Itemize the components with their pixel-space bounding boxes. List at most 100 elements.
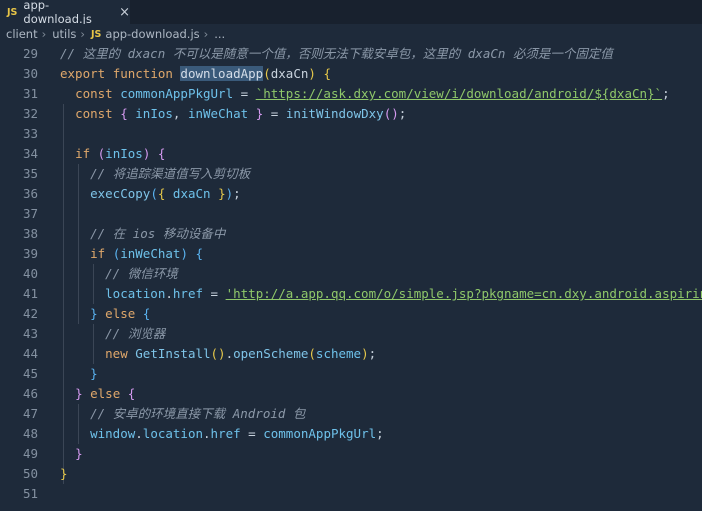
code-token: GetInstall bbox=[135, 346, 211, 361]
code-line[interactable]: 47 // 安卓的环境直接下载 Android 包 bbox=[0, 404, 702, 424]
breadcrumb: client › utils › JS app-download.js › ..… bbox=[0, 24, 702, 44]
code-line[interactable]: 34 if (inIos) { bbox=[0, 144, 702, 164]
breadcrumb-item-utils[interactable]: utils bbox=[52, 27, 76, 41]
code-text: // 在 ios 移动设备中 bbox=[60, 224, 225, 244]
code-line[interactable]: 49 } bbox=[0, 444, 702, 464]
close-icon[interactable]: × bbox=[119, 5, 130, 20]
code-line[interactable]: 37 bbox=[0, 204, 702, 224]
breadcrumb-item-file[interactable]: app-download.js bbox=[105, 27, 199, 41]
javascript-file-icon: JS bbox=[7, 6, 18, 18]
code-token: initWindowDxy bbox=[285, 106, 384, 121]
code-token: location bbox=[142, 426, 204, 441]
code-token: location bbox=[105, 286, 166, 301]
code-token: ; bbox=[233, 186, 241, 201]
line-number: 44 bbox=[22, 346, 38, 361]
line-number: 33 bbox=[22, 126, 38, 141]
line-number: 29 bbox=[22, 46, 38, 61]
line-number: 31 bbox=[22, 86, 38, 101]
code-line[interactable]: 33 bbox=[0, 124, 702, 144]
code-line[interactable]: 41 location.href = 'http://a.app.qq.com/… bbox=[0, 284, 702, 304]
code-token: } bbox=[60, 466, 68, 481]
code-line[interactable]: 46 } else { bbox=[0, 384, 702, 404]
breadcrumb-item-symbol[interactable]: ... bbox=[214, 27, 225, 41]
line-number: 45 bbox=[22, 366, 38, 381]
breadcrumb-item-client[interactable]: client bbox=[6, 27, 38, 41]
code-token: inWeChat bbox=[120, 246, 181, 261]
tab-app-download-js[interactable]: JS app-download.js × bbox=[0, 0, 130, 26]
code-token: execCopy bbox=[90, 186, 151, 201]
code-text: const commonAppPkgUrl = `https://ask.dxy… bbox=[60, 84, 670, 104]
code-token: href bbox=[172, 286, 204, 301]
code-token: export bbox=[60, 66, 113, 81]
code-token: { bbox=[195, 246, 204, 261]
code-line[interactable]: 38 // 在 ios 移动设备中 bbox=[0, 224, 702, 244]
tab-title: app-download.js bbox=[23, 0, 92, 26]
line-number: 34 bbox=[22, 146, 38, 161]
code-token: } bbox=[75, 446, 83, 461]
line-number: 47 bbox=[22, 406, 38, 421]
code-line[interactable]: 31 const commonAppPkgUrl = `https://ask.… bbox=[0, 84, 702, 104]
code-token: inIos bbox=[105, 146, 143, 161]
code-text: new GetInstall().openScheme(scheme); bbox=[60, 344, 376, 364]
code-text: // 微信环境 bbox=[60, 264, 178, 284]
code-token: ; bbox=[662, 86, 670, 101]
code-text: const { inIos, inWeChat } = initWindowDx… bbox=[60, 104, 406, 124]
code-token: } bbox=[75, 386, 83, 401]
code-line[interactable]: 32 const { inIos, inWeChat } = initWindo… bbox=[0, 104, 702, 124]
code-token: const bbox=[75, 106, 121, 121]
line-number: 48 bbox=[22, 426, 38, 441]
code-token: // 浏览器 bbox=[105, 326, 166, 341]
code-line[interactable]: 36 execCopy({ dxaCn }); bbox=[0, 184, 702, 204]
code-token: if bbox=[90, 246, 113, 261]
editor-tab-bar: JS app-download.js × bbox=[0, 0, 702, 26]
code-token: // 安卓的环境直接下载 Android 包 bbox=[90, 406, 306, 421]
code-line[interactable]: 29 // 这里的 dxacn 不可以是随意一个值，否则无法下载安卓包，这里的 d… bbox=[0, 44, 702, 64]
code-line[interactable]: 42 } else { bbox=[0, 304, 702, 324]
code-token: = bbox=[203, 286, 226, 301]
code-token: ) bbox=[361, 346, 369, 361]
code-token: = bbox=[240, 426, 264, 441]
code-line[interactable]: 51 bbox=[0, 484, 702, 504]
code-token: inWeChat bbox=[187, 106, 249, 121]
code-text: } bbox=[60, 444, 83, 464]
code-token: `https://ask.dxy.com/view/i/download/and… bbox=[255, 86, 663, 101]
code-token: const bbox=[75, 86, 121, 101]
line-number: 35 bbox=[22, 166, 38, 181]
code-token: // 微信环境 bbox=[105, 266, 178, 281]
code-line[interactable]: 35 // 将追踪渠道值写入剪切板 bbox=[0, 164, 702, 184]
code-token: // 在 ios 移动设备中 bbox=[90, 226, 226, 241]
code-text: } bbox=[60, 464, 68, 484]
code-text: // 浏览器 bbox=[60, 324, 165, 344]
code-text: export function downloadApp(dxaCn) { bbox=[60, 64, 331, 84]
code-line[interactable]: 30 export function downloadApp(dxaCn) { bbox=[0, 64, 702, 84]
code-line[interactable]: 48 window.location.href = commonAppPkgUr… bbox=[0, 424, 702, 444]
javascript-file-icon: JS bbox=[91, 28, 102, 40]
code-line[interactable]: 45 } bbox=[0, 364, 702, 384]
code-editor[interactable]: 29 // 这里的 dxacn 不可以是随意一个值，否则无法下载安卓包，这里的 d… bbox=[0, 44, 702, 511]
line-number: 37 bbox=[22, 206, 38, 221]
code-line[interactable]: 44 new GetInstall().openScheme(scheme); bbox=[0, 344, 702, 364]
code-line[interactable]: 50} bbox=[0, 464, 702, 484]
code-token: } bbox=[90, 366, 98, 381]
line-number: 46 bbox=[22, 386, 38, 401]
code-token: () bbox=[383, 106, 399, 121]
code-token: function bbox=[112, 66, 181, 81]
code-line[interactable]: 43 // 浏览器 bbox=[0, 324, 702, 344]
code-text: window.location.href = commonAppPkgUrl; bbox=[60, 424, 384, 444]
code-line[interactable]: 39 if (inWeChat) { bbox=[0, 244, 702, 264]
code-token: downloadApp bbox=[180, 66, 264, 81]
code-token: window bbox=[90, 426, 136, 441]
code-line[interactable]: 40 // 微信环境 bbox=[0, 264, 702, 284]
line-number: 41 bbox=[22, 286, 38, 301]
code-token: scheme bbox=[315, 346, 362, 361]
